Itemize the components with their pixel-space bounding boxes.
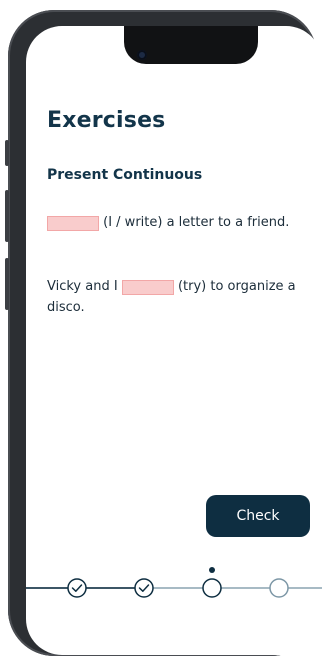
answer-blank-2[interactable] bbox=[121, 280, 174, 295]
check-button[interactable]: Check bbox=[206, 495, 310, 537]
phone-volume-down-button bbox=[5, 258, 9, 310]
progress-step-3[interactable] bbox=[202, 578, 222, 598]
progress-step-4[interactable] bbox=[269, 578, 289, 598]
screen: Exercises Present Continuous (I / write)… bbox=[26, 26, 322, 655]
answer-blank-1[interactable] bbox=[47, 216, 99, 231]
exercise-item-2: Vicky and I (try) to organize a disco. bbox=[47, 276, 309, 318]
phone-frame: Exercises Present Continuous (I / write)… bbox=[5, 10, 322, 656]
progress-step-1[interactable] bbox=[67, 578, 87, 598]
exercise-text-after: (I / write) a letter to a friend. bbox=[99, 215, 290, 230]
exercise-text-before: Vicky and I bbox=[47, 279, 122, 294]
exercise-item-1: (I / write) a letter to a friend. bbox=[47, 212, 309, 233]
page-title: Exercises bbox=[47, 108, 166, 133]
current-step-indicator bbox=[209, 567, 215, 573]
progress-stepper bbox=[26, 567, 322, 598]
phone-side-button bbox=[5, 140, 9, 166]
progress-step-2[interactable] bbox=[134, 578, 154, 598]
section-subtitle: Present Continuous bbox=[47, 167, 203, 183]
phone-volume-up-button bbox=[5, 190, 9, 242]
camera-icon bbox=[137, 50, 147, 60]
